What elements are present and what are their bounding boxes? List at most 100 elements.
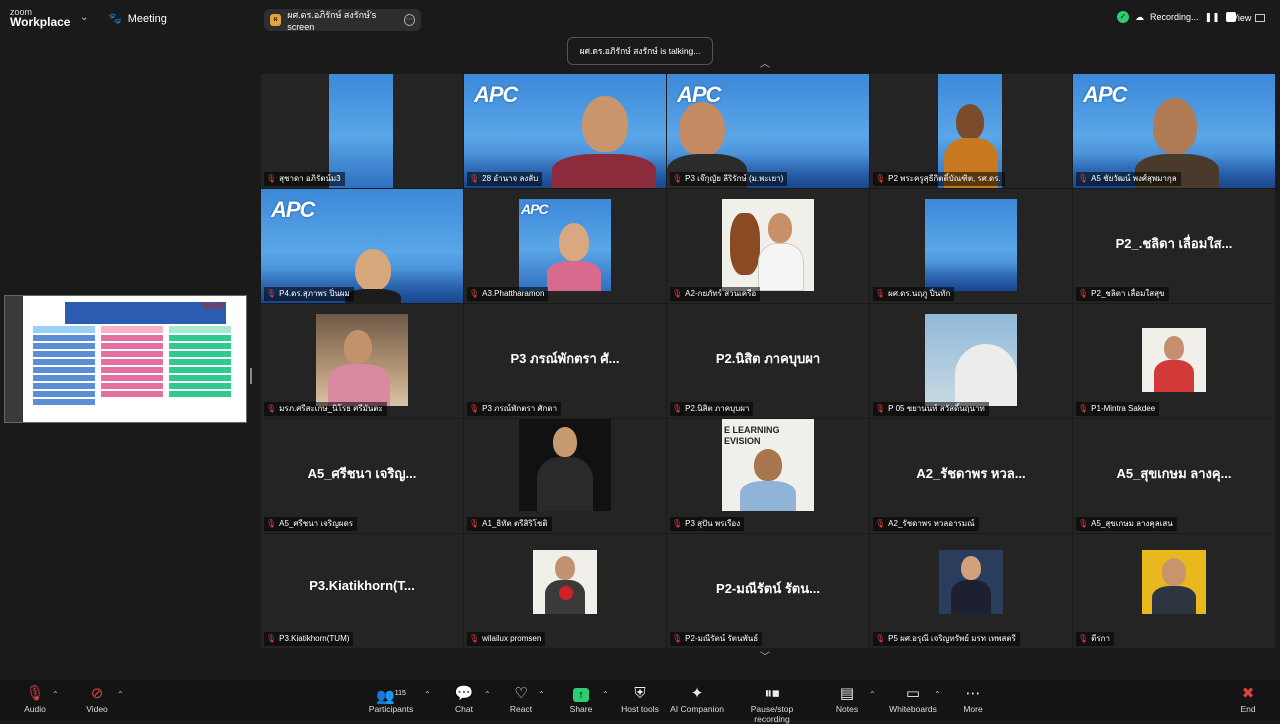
chat-options-chevron-icon[interactable]: ⌃ [484,690,491,699]
paw-icon: 🐾 [108,13,122,25]
whiteboards-button[interactable]: ▭ Whiteboards [888,686,938,715]
participant-tile[interactable]: APC 🎙 A5 ชัยวัฒน์ พงศ์สุพมากุล [1073,74,1275,188]
page-down-chevron-icon[interactable]: ﹀ [760,648,770,663]
screen-share-pill[interactable]: ผ ผศ.ดร.อภิรักษ์ สงรักษ์'s screen ⋯ [264,9,421,32]
participant-name-placeholder: P2_.ชลิดา เลื่อมใส... [1115,236,1233,251]
participant-name-placeholder: P2-มณีรัตน์ รัตน... [716,581,820,596]
mic-muted-icon: 🎙 [469,404,480,413]
video-options-chevron-icon[interactable]: ⌃ [117,690,124,699]
participant-tile[interactable]: 🎙 wilailux promsen [464,534,666,648]
notes-options-chevron-icon[interactable]: ⌃ [869,690,876,699]
apc-logo: APC [271,197,315,222]
participant-tile[interactable]: 🎙 P5 ผศ.อรุณี เจริญทรัพย์ มรท เทพสตรี [870,534,1072,648]
person-head [355,249,391,291]
panel-resize-handle[interactable] [250,368,252,384]
chat-button[interactable]: 💬 Chat [450,686,478,715]
encryption-shield-icon[interactable]: ✓ [1117,11,1129,23]
participant-tile[interactable]: P3.Kiatikhorn(T... 🎙 P3.Kiatikhorn(TUM) [261,534,463,648]
person-head [344,330,372,364]
participant-tile[interactable]: APC 🎙 P3 เจ๊กุญัย ลีริรักษ์ (ม.พะเยา) [667,74,869,188]
more-options-icon[interactable]: ⋯ [403,14,415,26]
person-head [582,96,628,152]
participants-button[interactable]: 👥115 Participants [366,686,416,715]
participant-tile[interactable]: 🎙 P1-Mintra Sakdee [1073,304,1275,418]
participants-options-chevron-icon[interactable]: ⌃ [424,690,431,699]
participant-video: APC [667,74,869,188]
react-button[interactable]: ♡ React [507,685,535,715]
end-meeting-button[interactable]: ✖ End [1236,686,1260,715]
share-button[interactable]: ↑ Share [566,686,596,714]
participant-tile[interactable]: 🎙 A1_ธิทัต ตรีสิริโชติ [464,419,666,533]
zoom-logo[interactable]: zoom Workplace [10,7,70,28]
pause-stop-recording-button[interactable]: ⏸⏹ Pause/stop recording [732,686,812,724]
participant-tile[interactable]: APC 🎙 28 อำนาจ ลงลับ [464,74,666,188]
participant-tile[interactable]: 🎙 ผศ.ดร.นฤภู ปิ่นทัก [870,189,1072,303]
view-button[interactable]: View [1232,13,1266,23]
participant-video [925,199,1017,291]
participant-label: 🎙 P2.นิสิต ภาคบุบผา [670,402,754,416]
participant-tile[interactable]: APC 🎙 P4.ดร.สุภาพร ปิ่นผม [261,189,463,303]
participant-video: E LEARNING EVISION [722,419,814,511]
person-head [1162,558,1186,586]
participant-tile[interactable]: 🎙 A2-กยภัทร์ สวนเครือ [667,189,869,303]
react-options-chevron-icon[interactable]: ⌃ [538,690,545,699]
shared-screen-view[interactable]: RUTS [4,295,247,423]
react-icon: ♡ [514,685,528,702]
participant-label: 🎙 wilailux promsen [467,632,546,646]
mic-muted-icon: 🎙 [469,519,480,528]
person-head [1153,98,1197,154]
mic-muted-icon: 🎙 [1078,289,1089,298]
mic-muted-icon: 🎙 [25,685,45,702]
video-button[interactable]: ⊘ Video [82,686,112,715]
mic-muted-icon: 🎙 [469,289,480,298]
meeting-toolbar: 🎙 Audio ⌃ ⊘ Video ⌃ 👥115 Participants ⌃ … [0,680,1280,724]
participant-tile[interactable]: 🎙 P2 พระครูสุธีกิตติ์บัณฑิต, รศ.ดร. [870,74,1072,188]
participant-tile[interactable]: 🎙 มรภ.ศรีสะเกษ_นิโรธ ศรีมันตะ [261,304,463,418]
participant-label: 🎙 P 05 ชยานนท์ สวัสดิ์นฤนาท [873,402,989,416]
pause-recording-icon[interactable]: ❚❚ [1205,12,1220,23]
share-options-chevron-icon[interactable]: ⌃ [602,690,609,699]
participant-name-placeholder: A2_รัชดาพร หวล... [916,466,1026,481]
chevron-down-icon[interactable]: ⌄ [80,12,88,23]
person-head [754,449,782,481]
meeting-info-button[interactable]: 🐾 Meeting [108,12,167,26]
participant-tile[interactable]: APC 🎙 A3.Phattharamon [464,189,666,303]
person-head [961,556,981,580]
mic-muted-icon: 🎙 [266,174,277,183]
participant-tile[interactable]: P2.นิสิต ภาคบุบผา 🎙 P2.นิสิต ภาคบุบผา [667,304,869,418]
notes-button[interactable]: ▤ Notes [834,685,860,715]
participant-tile[interactable]: P2-มณีรัตน์ รัตน... 🎙 P2-มณีรัตน์ รัตนพัน… [667,534,869,648]
participant-label: 🎙 A3.Phattharamon [467,287,549,301]
participant-name-placeholder: A5_ศรีชนา เจริญ... [307,466,417,481]
participant-video [939,550,1003,614]
notes-icon: ▤ [839,685,855,702]
audio-button[interactable]: 🎙 Audio [20,685,50,715]
mic-muted-icon: 🎙 [266,634,277,643]
participant-video [722,199,814,291]
participant-tile[interactable]: P3 ภรณ์พักตรา ศั... 🎙 P3 ภรณ์พักตรา ศักดา [464,304,666,418]
participant-name-placeholder: P3 ภรณ์พักตรา ศั... [510,351,620,366]
participant-tile[interactable]: 🎙 สุชาดา อภิรัตน์ม3 [261,74,463,188]
participant-tile[interactable]: A5_ศรีชนา เจริญ... 🎙 A5_ศรีชนา เจริญผดร [261,419,463,533]
participant-tile[interactable]: A2_รัชดาพร หวล... 🎙 A2_รัชดาพร หวลอารมณ์ [870,419,1072,533]
participant-tile[interactable]: 🎙 P 05 ชยานนท์ สวัสดิ์นฤนาท [870,304,1072,418]
whiteboards-options-chevron-icon[interactable]: ⌃ [934,690,941,699]
screen-share-label: ผศ.ดร.อภิรักษ์ สงรักษ์'s screen [287,10,377,32]
participant-tile[interactable]: 🎙 ตีรกา [1073,534,1275,648]
fan-decoration [730,213,760,275]
participant-tile[interactable]: E LEARNING EVISION 🎙 P3 สุปัน พรเรือง [667,419,869,533]
more-button[interactable]: ⋯ More [960,686,986,715]
screen-owner-badge: ผ [270,14,282,26]
person-body [547,261,601,291]
mic-muted-icon: 🎙 [875,404,886,413]
participant-video [519,419,611,511]
participant-tile[interactable]: A5_สุขเกษม ลางคุ... 🎙 A5_สุขเกษม ลางคุลเส… [1073,419,1275,533]
host-tools-button[interactable]: ⛨ Host tools [620,686,660,715]
participant-tile[interactable]: P2_.ชลิดา เลื่อมใส... 🎙 P2_ชลิดา เลื่อมใส… [1073,189,1275,303]
mic-muted-icon: 🎙 [469,634,480,643]
audio-options-chevron-icon[interactable]: ⌃ [52,690,59,699]
page-up-chevron-icon[interactable]: ︿ [760,55,770,70]
ai-companion-button[interactable]: ✦ AI Companion [670,686,724,715]
participant-video [329,74,393,188]
mic-muted-icon: 🎙 [266,289,277,298]
